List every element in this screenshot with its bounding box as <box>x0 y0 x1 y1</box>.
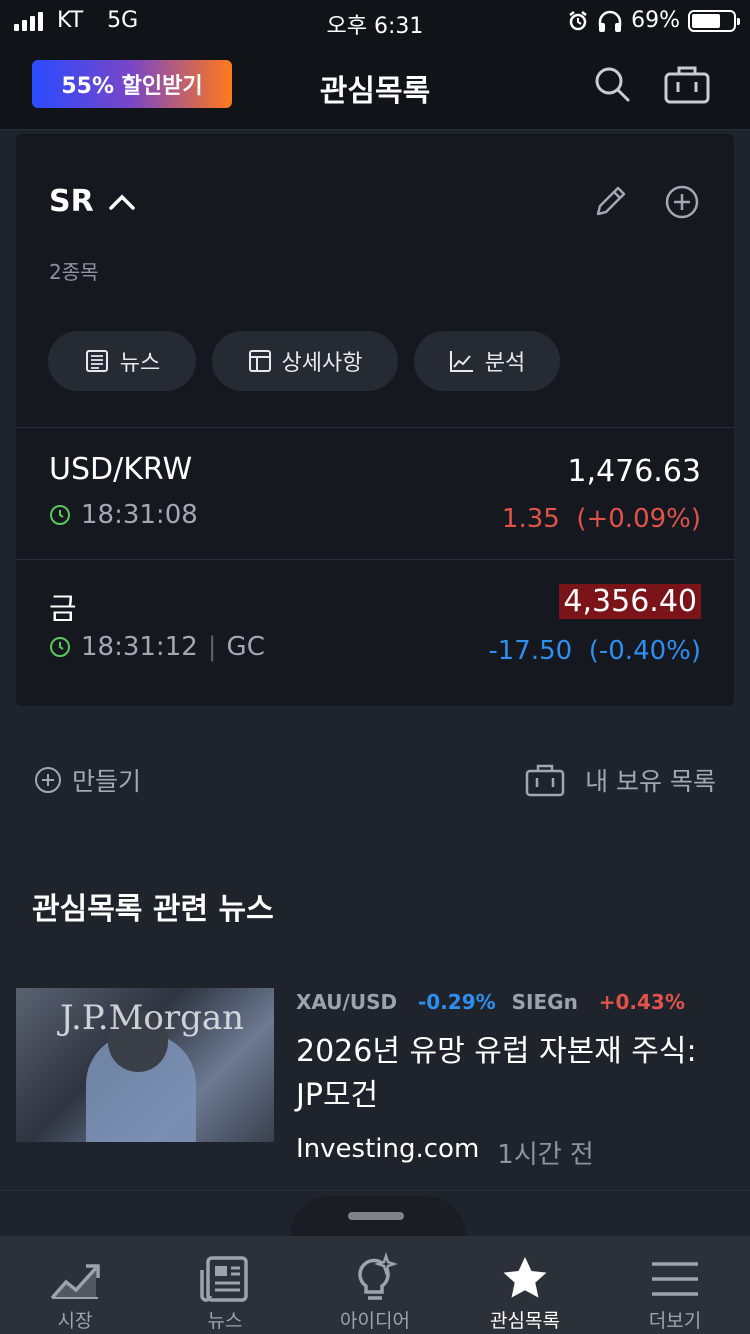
news-source: Investing.com <box>296 1134 480 1164</box>
clock-icon <box>50 505 70 525</box>
update-time: 18:31:08 <box>81 500 198 530</box>
create-watchlist-button[interactable]: 만들기 <box>34 762 141 798</box>
details-pill[interactable]: 상세사항 <box>212 331 398 391</box>
pencil-icon[interactable] <box>592 184 628 220</box>
holdings-button[interactable]: 내 보유 목록 <box>525 762 716 798</box>
newspaper-icon <box>85 350 108 372</box>
jpmorgan-logo: J.P.Morgan <box>60 998 245 1038</box>
price-change: -17.50 (-0.40%) <box>488 636 701 666</box>
chevron-up-icon <box>108 194 135 210</box>
tag[interactable]: SIEGn +0.43% <box>512 990 685 1014</box>
lightbulb-icon <box>358 1252 398 1300</box>
news-headline: 2026년 유망 유럽 자본재 주식: JP모건 <box>296 1034 697 1113</box>
watchlist-name[interactable]: SR <box>49 184 136 219</box>
tab-news[interactable]: 뉴스 <box>150 1236 300 1334</box>
tab-ideas[interactable]: 아이디어 <box>300 1236 450 1334</box>
briefcase-icon <box>525 764 565 797</box>
market-chart-icon <box>50 1264 100 1300</box>
status-bar: KT 5G 오후 6:31 69% <box>0 0 750 44</box>
news-time: 1시간 전 <box>497 1140 594 1170</box>
exchange-code: GC <box>226 632 265 662</box>
news-meta: Investing.com 1시간 전 <box>296 1134 594 1171</box>
news-tags: XAU/USD -0.29% SIEGn +0.43% <box>296 990 685 1014</box>
news-thumbnail: J.P.Morgan <box>16 988 274 1142</box>
add-circle-icon[interactable] <box>664 184 700 220</box>
sheet-handle[interactable] <box>290 1196 466 1236</box>
symbol: USD/KRW <box>49 452 193 487</box>
divider <box>16 427 734 428</box>
app-header: 55% 할인받기 관심목록 <box>0 44 750 130</box>
battery-percent: 69% <box>631 8 680 33</box>
item-count: 2종목 <box>49 260 99 284</box>
bottom-tab-bar: 시장 뉴스 아이디어 관심목록 더보기 <box>0 1236 750 1334</box>
chart-icon <box>449 351 473 372</box>
divider <box>0 1190 750 1191</box>
update-time: 18:31:12 <box>81 632 198 662</box>
divider <box>16 559 734 560</box>
row-meta: 18:31:08 <box>49 500 198 530</box>
tab-watchlist[interactable]: 관심목록 <box>450 1236 600 1334</box>
menu-icon <box>652 1262 698 1296</box>
row-meta: 18:31:12 | GC <box>49 632 265 662</box>
headphones-icon <box>598 10 622 32</box>
last-price: 4,356.40 <box>559 584 701 619</box>
news-icon <box>200 1256 248 1302</box>
last-price: 1,476.63 <box>567 454 701 489</box>
star-icon <box>503 1257 547 1298</box>
search-icon[interactable] <box>592 64 632 104</box>
price-change: 1.35 (+0.09%) <box>501 504 701 534</box>
page-title: 관심목록 <box>319 74 431 109</box>
analysis-pill[interactable]: 분석 <box>414 331 560 391</box>
tab-market[interactable]: 시장 <box>0 1236 150 1334</box>
separator: | <box>207 632 217 662</box>
alarm-icon <box>569 10 587 30</box>
news-section-title: 관심목록 관련 뉴스 <box>32 892 274 927</box>
table-icon <box>248 350 271 372</box>
battery-icon <box>688 9 740 32</box>
tab-more[interactable]: 더보기 <box>600 1236 750 1334</box>
add-circle-icon <box>35 767 61 793</box>
tag[interactable]: XAU/USD -0.29% <box>296 990 496 1014</box>
symbol: 금 <box>49 592 77 627</box>
watchlist-card: SR 2종목 뉴스 상세사항 분석 USD/KRW 18:31:08 1,476… <box>16 134 734 706</box>
clock-icon <box>50 637 70 657</box>
briefcase-icon[interactable] <box>664 64 710 104</box>
news-pill[interactable]: 뉴스 <box>48 331 196 391</box>
